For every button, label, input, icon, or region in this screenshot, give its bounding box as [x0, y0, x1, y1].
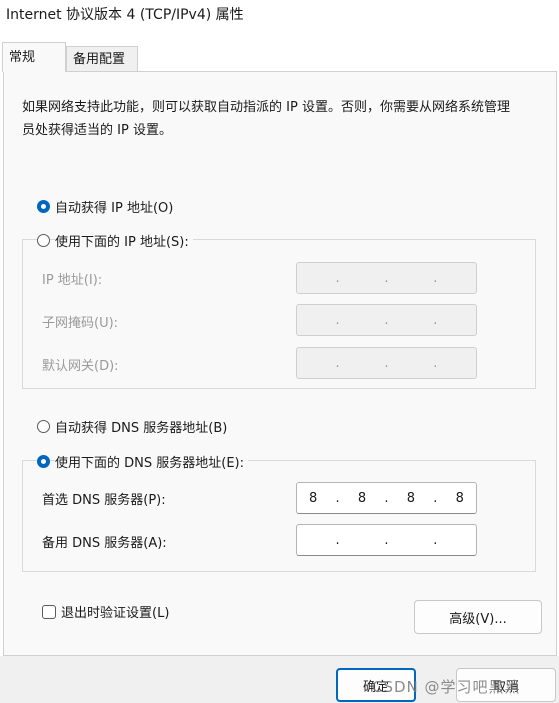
validate-on-exit-checkbox[interactable]: 退出时验证设置(L) — [42, 602, 169, 621]
watermark-text: CSDN @学习吧黑黑 — [372, 678, 521, 696]
ip-address-label: IP 地址(I): — [42, 273, 103, 288]
subnet-mask-input: ... — [296, 304, 477, 336]
subnet-mask-label: 子网掩码(U): — [42, 316, 119, 331]
radio-manual-ip[interactable]: 使用下面的 IP 地址(S): — [37, 231, 193, 250]
radio-auto-ip[interactable]: 自动获得 IP 地址(O) — [37, 197, 178, 216]
radio-manual-ip-indicator[interactable] — [37, 234, 50, 247]
alternate-dns-input[interactable]: ... — [296, 524, 477, 556]
radio-auto-ip-indicator[interactable] — [37, 200, 50, 213]
tab-strip: 常规 备用配置 — [0, 42, 559, 72]
pdns-octet-4[interactable]: 8 — [450, 491, 470, 506]
tab-general[interactable]: 常规 — [2, 42, 66, 72]
alternate-dns-label: 备用 DNS 服务器(A): — [42, 536, 167, 551]
preferred-dns-label: 首选 DNS 服务器(P): — [42, 493, 166, 508]
description-text: 如果网络支持此功能，则可以获取自动指派的 IP 设置。否则，你需要从网络系统管理… — [22, 100, 510, 138]
radio-manual-ip-label: 使用下面的 IP 地址(S): — [55, 231, 193, 250]
radio-manual-dns-label: 使用下面的 DNS 服务器地址(E): — [55, 452, 248, 471]
pdns-octet-3[interactable]: 8 — [401, 491, 421, 506]
validate-on-exit-label: 退出时验证设置(L) — [61, 606, 170, 621]
radio-auto-dns[interactable]: 自动获得 DNS 服务器地址(B) — [37, 417, 232, 436]
validate-on-exit-box[interactable] — [42, 604, 56, 619]
pdns-octet-2[interactable]: 8 — [352, 491, 372, 506]
preferred-dns-input[interactable]: 8.8.8.8 — [296, 482, 477, 514]
title-bar: Internet 协议版本 4 (TCP/IPv4) 属性 — [0, 0, 559, 28]
default-gateway-label: 默认网关(D): — [42, 359, 119, 374]
radio-auto-ip-label: 自动获得 IP 地址(O) — [55, 197, 178, 216]
tab-alternate-config[interactable]: 备用配置 — [66, 46, 138, 72]
radio-auto-dns-indicator[interactable] — [37, 420, 50, 433]
advanced-button[interactable]: 高级(V)... — [414, 600, 542, 634]
pdns-octet-1[interactable]: 8 — [303, 491, 323, 506]
radio-manual-dns-indicator[interactable] — [37, 455, 50, 468]
general-panel: 如果网络支持此功能，则可以获取自动指派的 IP 设置。否则，你需要从网络系统管理… — [3, 71, 557, 656]
window-title: Internet 协议版本 4 (TCP/IPv4) 属性 — [6, 7, 244, 23]
radio-auto-dns-label: 自动获得 DNS 服务器地址(B) — [55, 417, 232, 436]
ip-address-input: ... — [296, 262, 477, 294]
default-gateway-input: ... — [296, 347, 477, 379]
radio-manual-dns[interactable]: 使用下面的 DNS 服务器地址(E): — [37, 452, 248, 471]
